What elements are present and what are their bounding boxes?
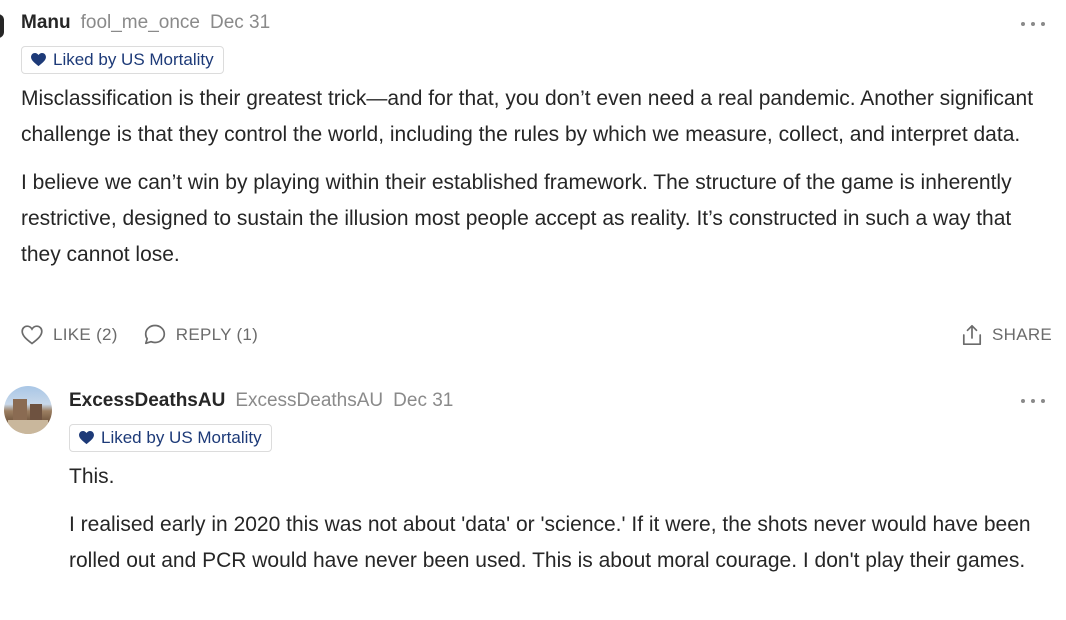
liked-by-text: Liked by US Mortality (101, 428, 262, 447)
comment-body: This. I realised early in 2020 this was … (69, 459, 1046, 591)
liked-heart-icon (31, 53, 46, 67)
more-options-icon[interactable] (1019, 17, 1047, 31)
comment-date[interactable]: Dec 31 (393, 390, 453, 412)
liked-by-badge: Liked by US Mortality (21, 46, 224, 74)
comment-header: Manu fool_me_once Dec 31 (21, 12, 270, 34)
more-options-icon[interactable] (1019, 394, 1047, 408)
like-label: LIKE (2) (53, 324, 118, 344)
author-name[interactable]: ExcessDeathsAU (69, 390, 225, 412)
comment-date[interactable]: Dec 31 (210, 12, 270, 34)
avatar-edge (0, 14, 4, 38)
avatar[interactable] (4, 386, 52, 434)
author-handle[interactable]: fool_me_once (81, 12, 200, 34)
liked-by-badge: Liked by US Mortality (69, 424, 272, 452)
comment-paragraph: I realised early in 2020 this was not ab… (69, 513, 1031, 572)
comment-paragraph: I believe we can’t win by playing within… (21, 171, 1012, 266)
comment-body: Misclassification is their greatest tric… (21, 81, 1046, 285)
author-handle[interactable]: ExcessDeathsAU (235, 390, 383, 412)
comment-actions: LIKE (2) REPLY (1) (21, 324, 258, 345)
comment-paragraph: This. (69, 465, 115, 488)
liked-heart-icon (79, 431, 94, 445)
share-label: SHARE (992, 325, 1053, 344)
share-button[interactable]: SHARE (962, 324, 1052, 346)
chat-bubble-icon (144, 324, 165, 345)
reply-button[interactable]: REPLY (1) (144, 324, 258, 345)
share-icon (962, 324, 982, 346)
like-button[interactable]: LIKE (2) (21, 325, 118, 345)
author-name[interactable]: Manu (21, 12, 71, 34)
reply-label: REPLY (1) (175, 324, 259, 344)
comment-header: ExcessDeathsAU ExcessDeathsAU Dec 31 (69, 390, 453, 412)
liked-by-text: Liked by US Mortality (53, 50, 214, 69)
comment-paragraph: Misclassification is their greatest tric… (21, 87, 1034, 146)
heart-icon (21, 324, 43, 345)
